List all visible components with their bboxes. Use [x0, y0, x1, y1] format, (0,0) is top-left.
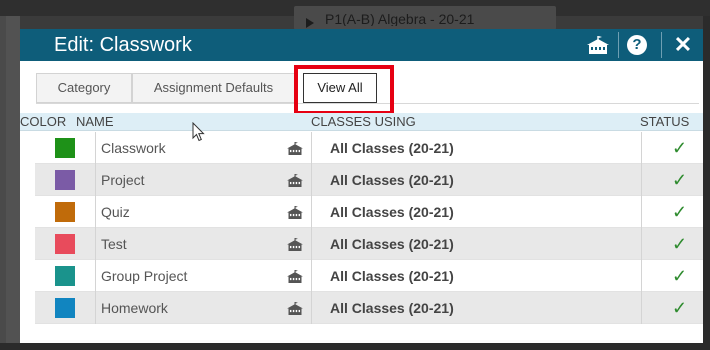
- background-left-panel-inner: [6, 16, 20, 350]
- classes-using[interactable]: All Classes (20-21): [330, 260, 454, 292]
- category-name: Project: [101, 172, 145, 188]
- school-icon: [287, 206, 303, 219]
- classes-using[interactable]: All Classes (20-21): [330, 228, 454, 260]
- table-row[interactable]: Classwork All Classes (20-21) ✓: [35, 132, 703, 164]
- play-icon: [306, 18, 314, 28]
- table-row[interactable]: Project All Classes (20-21) ✓: [35, 164, 703, 196]
- column-divider: [311, 196, 312, 228]
- status-check-icon: ✓: [672, 202, 688, 222]
- tab-category[interactable]: Category: [36, 73, 132, 103]
- table-row[interactable]: Quiz All Classes (20-21) ✓: [35, 196, 703, 228]
- column-divider: [311, 132, 312, 164]
- table-row[interactable]: Homework All Classes (20-21) ✓: [35, 292, 703, 324]
- column-divider: [311, 164, 312, 196]
- color-swatch[interactable]: [55, 234, 75, 254]
- school-icon: [287, 174, 303, 187]
- classes-using[interactable]: All Classes (20-21): [330, 132, 454, 164]
- modal-header: Edit: Classwork ? ✕: [20, 29, 703, 61]
- close-icon: ✕: [673, 32, 693, 57]
- tab-assignment-defaults[interactable]: Assignment Defaults: [132, 73, 295, 103]
- table-header: COLOR NAME CLASSES USING STATUS: [20, 113, 703, 131]
- tab-bar-divider: [36, 103, 699, 104]
- table-row[interactable]: Group Project All Classes (20-21) ✓: [35, 260, 703, 292]
- header-classes-using[interactable]: CLASSES USING: [311, 113, 416, 131]
- column-divider: [641, 196, 642, 228]
- school-icon: [287, 302, 303, 315]
- header-divider: [618, 32, 619, 58]
- color-swatch[interactable]: [55, 138, 75, 158]
- status-check-icon: ✓: [672, 298, 688, 318]
- help-button[interactable]: ?: [620, 29, 654, 61]
- color-swatch[interactable]: [55, 170, 75, 190]
- color-swatch[interactable]: [55, 202, 75, 222]
- help-icon: ?: [627, 35, 647, 55]
- header-color: COLOR: [20, 114, 67, 129]
- school-icon[interactable]: [581, 29, 615, 61]
- column-divider: [95, 292, 96, 324]
- column-divider: [95, 228, 96, 260]
- status-check-icon: ✓: [672, 266, 688, 286]
- column-divider: [641, 292, 642, 324]
- status-check-icon: ✓: [672, 170, 688, 190]
- column-divider: [95, 260, 96, 292]
- category-name: Homework: [101, 300, 168, 316]
- category-name: Test: [101, 236, 127, 252]
- column-divider: [311, 228, 312, 260]
- status-check-icon: ✓: [672, 234, 688, 254]
- status-check-icon: ✓: [672, 138, 688, 158]
- column-divider: [641, 164, 642, 196]
- column-divider: [311, 292, 312, 324]
- header-name[interactable]: NAME: [76, 113, 114, 131]
- tab-view-all[interactable]: View All: [303, 73, 377, 103]
- mouse-cursor-icon: [192, 122, 205, 142]
- edit-category-modal: Edit: Classwork ? ✕ Category Assignment …: [20, 29, 703, 343]
- table-row[interactable]: Test All Classes (20-21) ✓: [35, 228, 703, 260]
- school-icon: [287, 142, 303, 155]
- classes-using[interactable]: All Classes (20-21): [330, 292, 454, 324]
- column-divider: [311, 260, 312, 292]
- column-divider: [641, 260, 642, 292]
- header-divider: [661, 32, 662, 58]
- classes-using[interactable]: All Classes (20-21): [330, 164, 454, 196]
- column-divider: [641, 228, 642, 260]
- school-icon: [287, 238, 303, 251]
- category-name: Quiz: [101, 204, 130, 220]
- column-divider: [95, 164, 96, 196]
- classes-using[interactable]: All Classes (20-21): [330, 196, 454, 228]
- category-name: Classwork: [101, 140, 166, 156]
- background-bottom-edge: [0, 343, 710, 350]
- close-button[interactable]: ✕: [666, 29, 700, 61]
- header-status[interactable]: STATUS: [640, 113, 689, 131]
- column-divider: [95, 132, 96, 164]
- modal-title: Edit: Classwork: [54, 34, 192, 56]
- color-swatch[interactable]: [55, 266, 75, 286]
- color-swatch[interactable]: [55, 298, 75, 318]
- background-right-edge: [703, 16, 710, 350]
- category-name: Group Project: [101, 268, 188, 284]
- background-class-tab-label: P1(A-B) Algebra - 20-21: [325, 12, 475, 26]
- school-icon: [287, 270, 303, 283]
- column-divider: [95, 196, 96, 228]
- column-divider: [641, 132, 642, 164]
